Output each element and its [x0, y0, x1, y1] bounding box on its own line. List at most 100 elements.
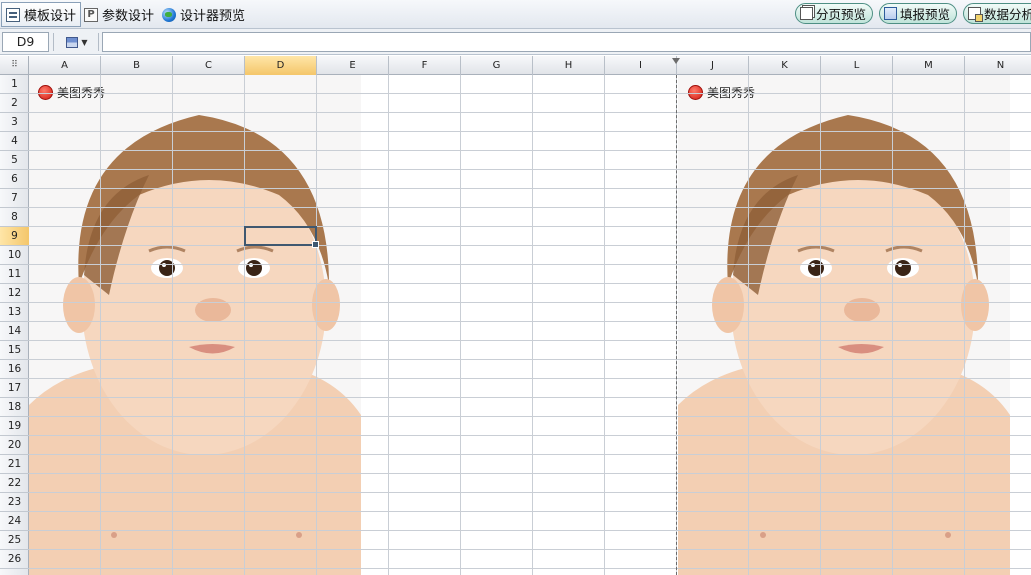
row-header-2[interactable]: 2: [0, 94, 29, 113]
row-header-26[interactable]: 26: [0, 550, 29, 569]
column-header-c[interactable]: C: [173, 56, 245, 75]
row-header-25[interactable]: 25: [0, 531, 29, 550]
row-header-15[interactable]: 15: [0, 341, 29, 360]
grid-row-line: [29, 340, 1031, 341]
column-header-h[interactable]: H: [533, 56, 605, 75]
page-preview-label: 分页预览: [816, 7, 867, 22]
grid-row-line: [29, 207, 1031, 208]
row-header-6[interactable]: 6: [0, 170, 29, 189]
tab-template-design[interactable]: 模板设计: [1, 2, 82, 27]
column-header-a[interactable]: A: [29, 56, 101, 75]
row-header-7[interactable]: 7: [0, 189, 29, 208]
grid-row-line: [29, 283, 1031, 284]
row-header-9[interactable]: 9: [0, 227, 29, 246]
tab-designer-preview[interactable]: 设计器预览: [158, 2, 249, 27]
row-header-8[interactable]: 8: [0, 208, 29, 227]
row-header-bar: 1 2 3 4 5 6 7 8 9 10 11 12 13 14 15 16 17 18 19 20 21 22 23 24 2…: [0, 75, 29, 575]
grid-row-line: [29, 511, 1031, 512]
row-header-11[interactable]: 11: [0, 265, 29, 284]
grid-row-line: [29, 264, 1031, 265]
grid-row-line: [29, 150, 1031, 151]
row-header-1[interactable]: 1: [0, 75, 29, 94]
divider: [98, 33, 99, 51]
spreadsheet: ABCDEFGHIJKLMN ⠿ 1 2 3 4 5 6 7 8 9 10 11 12 13 14 15 16…: [0, 56, 1031, 575]
globe-icon: [162, 7, 176, 22]
grid-row-line: [29, 568, 1031, 569]
row-header-17[interactable]: 17: [0, 379, 29, 398]
chevron-down-icon: ▼: [81, 37, 88, 47]
grid-row-line: [29, 321, 1031, 322]
row-header-12[interactable]: 12: [0, 284, 29, 303]
row-header-16[interactable]: 16: [0, 360, 29, 379]
data-analysis-button[interactable]: 数据分析: [963, 3, 1031, 24]
row-header-5[interactable]: 5: [0, 151, 29, 170]
tab-designer-preview-label: 设计器预览: [180, 9, 246, 24]
grid-row-line: [29, 492, 1031, 493]
divider: [53, 33, 54, 51]
select-all-corner[interactable]: ⠿: [0, 56, 29, 75]
row-header-10[interactable]: 10: [0, 246, 29, 265]
page-break-line: [676, 75, 677, 575]
column-header-e[interactable]: E: [317, 56, 389, 75]
grid-row-line: [29, 245, 1031, 246]
column-header-k[interactable]: K: [749, 56, 821, 75]
row-header-3[interactable]: 3: [0, 113, 29, 132]
row-header-22[interactable]: 22: [0, 474, 29, 493]
column-header-m[interactable]: M: [893, 56, 965, 75]
row-header-18[interactable]: 18: [0, 398, 29, 417]
grid-row-line: [29, 359, 1031, 360]
grid-row-line: [29, 416, 1031, 417]
data-analysis-label: 数据分析: [984, 7, 1031, 22]
column-header-g[interactable]: G: [461, 56, 533, 75]
fill-preview-button[interactable]: 填报预览: [879, 3, 958, 24]
grid-row-line: [29, 169, 1031, 170]
grid-row-line: [29, 226, 1031, 227]
cell-reference-box[interactable]: D9: [2, 32, 49, 52]
parameter-icon: P: [84, 7, 98, 22]
grid-row-line: [29, 397, 1031, 398]
formula-bar: D9 ▼: [0, 29, 1031, 55]
row-header-14[interactable]: 14: [0, 322, 29, 341]
column-header-f[interactable]: F: [389, 56, 461, 75]
row-header-23[interactable]: 23: [0, 493, 29, 512]
grid-row-line: [29, 302, 1031, 303]
row-header-19[interactable]: 19: [0, 417, 29, 436]
data-analysis-icon: [968, 7, 983, 22]
selected-cell[interactable]: [244, 226, 319, 248]
column-header-l[interactable]: L: [821, 56, 893, 75]
grid-row-line: [29, 530, 1031, 531]
row-header-24[interactable]: 24: [0, 512, 29, 531]
formula-input[interactable]: [102, 32, 1031, 52]
cell-format-button[interactable]: ▼: [58, 32, 96, 52]
column-header-i[interactable]: I: [605, 56, 677, 75]
row-header-21[interactable]: 21: [0, 455, 29, 474]
grid-row-line: [29, 188, 1031, 189]
cell-grid[interactable]: 美图秀秀 美图秀秀: [29, 75, 1031, 575]
grid-row-line: [29, 378, 1031, 379]
grid-row-line: [29, 93, 1031, 94]
row-header-4[interactable]: 4: [0, 132, 29, 151]
grid-row-line: [29, 112, 1031, 113]
grid-row-line: [29, 131, 1031, 132]
tab-template-design-label: 模板设计: [24, 9, 77, 24]
column-header-b[interactable]: B: [101, 56, 173, 75]
fill-preview-label: 填报预览: [900, 7, 951, 22]
template-icon: [6, 7, 20, 22]
page-break-marker: [672, 58, 680, 64]
column-header-j[interactable]: J: [677, 56, 749, 75]
tab-parameter-design-label: 参数设计: [102, 9, 155, 24]
column-header-n[interactable]: N: [965, 56, 1031, 75]
page-preview-button[interactable]: 分页预览: [795, 3, 874, 24]
fill-preview-icon: [884, 7, 897, 20]
grid-row-line: [29, 454, 1031, 455]
row-header-20[interactable]: 20: [0, 436, 29, 455]
page-preview-icon: [800, 7, 813, 20]
row-header-13[interactable]: 13: [0, 303, 29, 322]
column-header-d[interactable]: D: [245, 56, 317, 75]
grid-row-line: [29, 549, 1031, 550]
grid-row-line: [29, 473, 1031, 474]
cell-format-icon: [66, 36, 79, 48]
top-toolbar: 模板设计 P 参数设计 设计器预览 分页预览 填报预览 数据分析: [0, 0, 1031, 29]
tab-parameter-design[interactable]: P 参数设计: [80, 2, 158, 27]
grid-row-line: [29, 435, 1031, 436]
